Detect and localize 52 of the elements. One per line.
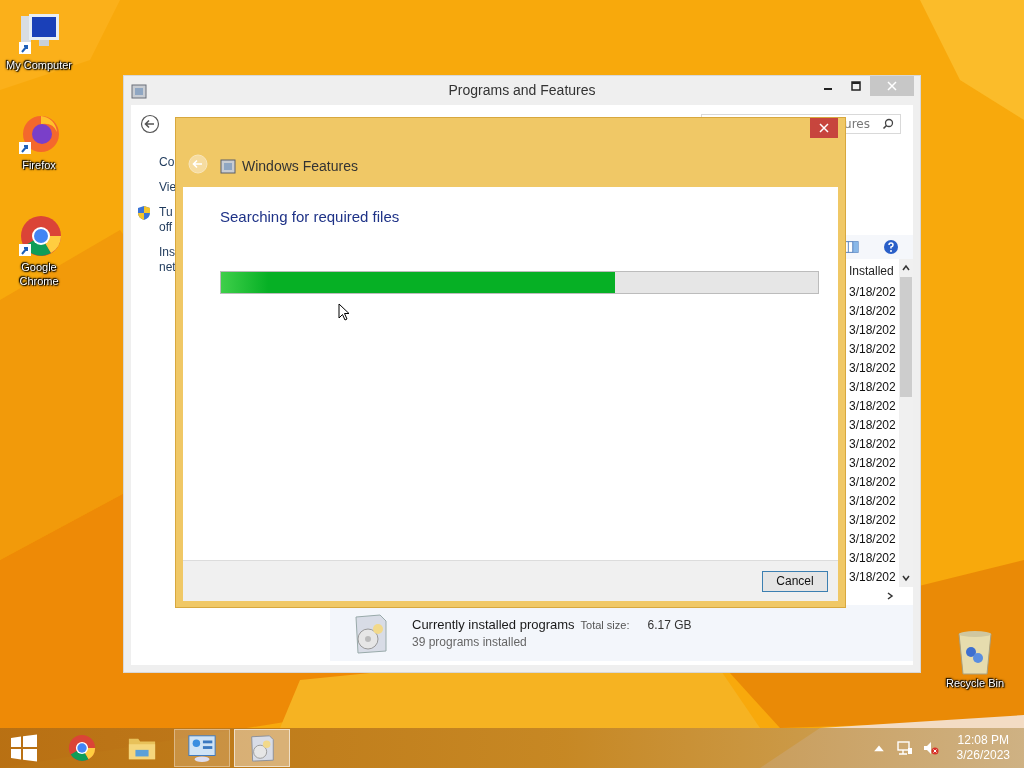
dialog-title: Windows Features xyxy=(242,158,358,174)
scroll-right-icon[interactable] xyxy=(885,591,895,601)
control-panel-icon xyxy=(187,733,217,763)
task-link[interactable]: Co xyxy=(159,155,175,170)
task-link[interactable]: Vie xyxy=(159,180,177,195)
table-cell-text: 3/18/202 xyxy=(849,398,897,415)
total-size-label: Total size: xyxy=(580,619,630,631)
chrome-icon xyxy=(67,733,97,763)
table-cell-text: 3/18/202 xyxy=(849,284,897,301)
close-button[interactable] xyxy=(810,118,838,138)
status-text: Searching for required files xyxy=(220,208,401,225)
table-cell-text: 3/18/202 xyxy=(849,455,897,472)
network-icon[interactable] xyxy=(896,740,913,756)
help-icon[interactable] xyxy=(883,239,899,255)
back-icon xyxy=(188,154,208,174)
minimize-icon xyxy=(824,88,832,90)
close-icon xyxy=(819,123,829,133)
cancel-button[interactable]: Cancel xyxy=(762,570,828,592)
table-cell-text: 3/18/202 xyxy=(849,322,897,339)
table-cell-text: 3/18/202 xyxy=(849,417,897,434)
vertical-scrollbar[interactable] xyxy=(899,259,913,587)
total-size-value: 6.17 GB xyxy=(647,618,692,632)
maximize-icon xyxy=(851,81,861,91)
table-cell-text: 3/18/202 xyxy=(849,531,897,548)
task-link[interactable]: Ins net xyxy=(159,245,176,275)
table-cell-text: 3/18/202 xyxy=(849,436,897,453)
back-icon[interactable] xyxy=(140,114,160,134)
table-cell-text: 3/18/202 xyxy=(849,379,897,396)
task-link[interactable]: Tu off xyxy=(159,205,173,235)
program-count: 39 programs installed xyxy=(412,635,528,649)
scroll-up-icon[interactable] xyxy=(901,263,911,273)
scroll-down-icon[interactable] xyxy=(901,573,911,583)
features-icon xyxy=(220,158,236,174)
programs-taskbar-button[interactable] xyxy=(234,729,290,767)
table-cell-text: 3/18/202 xyxy=(849,493,897,510)
table-cell-text: 3/18/202 xyxy=(849,512,897,529)
details-title: Currently installed programs xyxy=(412,617,575,632)
table-cell-text: 3/18/202 xyxy=(849,569,897,586)
table-cell-text: 3/18/202 xyxy=(849,341,897,358)
control-panel-taskbar-button[interactable] xyxy=(174,729,230,767)
search-icon xyxy=(882,118,894,130)
close-icon xyxy=(887,81,897,91)
column-header[interactable]: Installed xyxy=(849,259,899,283)
speaker-muted-icon[interactable] xyxy=(922,740,939,756)
programs-icon xyxy=(131,82,147,99)
table-cell-text: 3/18/202 xyxy=(849,474,897,491)
windows-logo-icon[interactable] xyxy=(10,734,38,762)
table-cell-text: 3/18/202 xyxy=(849,360,897,377)
table-cell-text: 3/18/202 xyxy=(849,550,897,567)
table-cell-text: 3/18/202 xyxy=(849,303,897,320)
window-title: Programs and Features xyxy=(447,82,597,98)
mouse-cursor-icon xyxy=(338,303,350,321)
